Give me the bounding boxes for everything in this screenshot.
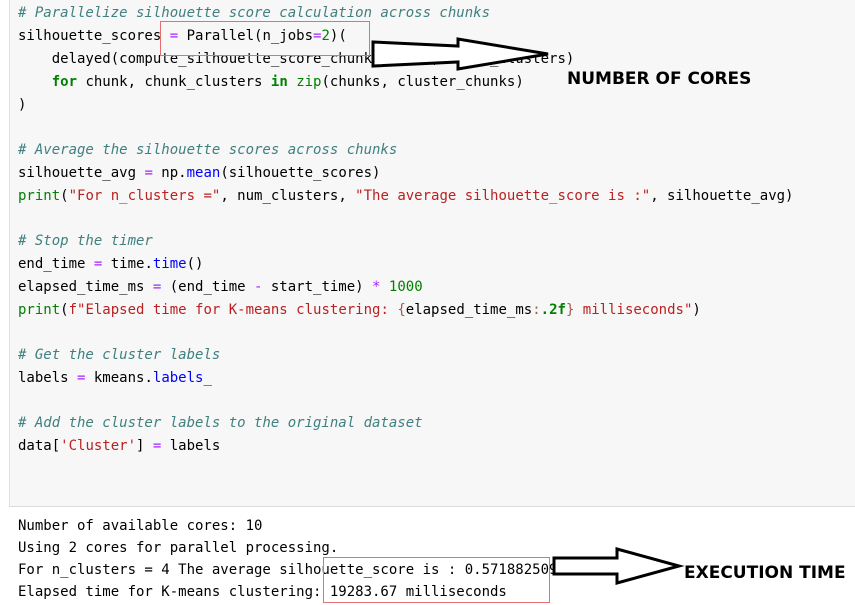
code-line-5: ) bbox=[18, 97, 27, 113]
code-line-16: # Get the cluster labels bbox=[18, 346, 220, 364]
keyword-in: in bbox=[270, 74, 288, 90]
number-of-cores-annotation: NUMBER OF CORES bbox=[567, 69, 752, 89]
comment: # Average the silhouette scores across c… bbox=[18, 142, 398, 158]
number-literal: 1000 bbox=[388, 279, 423, 295]
elapsed-time-highlight-box bbox=[323, 557, 550, 603]
code-line-1: # Parallelize silhouette score calculati… bbox=[18, 4, 490, 22]
comment: # Parallelize silhouette score calculati… bbox=[18, 5, 491, 21]
code-line-7: # Average the silhouette scores across c… bbox=[18, 141, 397, 159]
code-line-14: print(f"Elapsed time for K-means cluster… bbox=[18, 302, 701, 318]
code-line-20: data['Cluster'] = labels bbox=[18, 438, 221, 454]
code-line-9: print("For n_clusters =", num_clusters, … bbox=[18, 188, 794, 204]
output-line-parallel: Using 2 cores for parallel processing. bbox=[18, 540, 339, 556]
comment: # Stop the timer bbox=[18, 233, 153, 249]
code-line-19: # Add the cluster labels to the original… bbox=[18, 414, 423, 432]
n-jobs-highlight-box bbox=[160, 21, 370, 56]
arrow-right-icon bbox=[371, 37, 549, 71]
comment: # Get the cluster labels bbox=[18, 347, 221, 363]
execution-time-annotation: EXECUTION TIME bbox=[684, 563, 846, 583]
code-line-17: labels = kmeans.labels_ bbox=[18, 370, 212, 386]
fstring-literal: f"Elapsed time for K-means clustering: bbox=[68, 302, 398, 318]
keyword-for: for bbox=[51, 74, 78, 90]
code-line-12: end_time = time.time() bbox=[18, 256, 204, 272]
comment: # Add the cluster labels to the original… bbox=[18, 415, 423, 431]
arrow-right-icon bbox=[552, 547, 685, 585]
string-literal: "The average silhouette_score is :" bbox=[355, 188, 651, 204]
code-line-13: elapsed_time_ms = (end_time - start_time… bbox=[18, 279, 423, 295]
variable: silhouette_scores bbox=[18, 28, 162, 44]
builtin-zip: zip bbox=[296, 74, 322, 90]
string-literal: "For n_clusters =" bbox=[68, 188, 221, 204]
output-line-cores: Number of available cores: 10 bbox=[18, 518, 263, 534]
builtin-print: print bbox=[18, 188, 61, 204]
builtin-print: print bbox=[18, 302, 61, 318]
code-line-11: # Stop the timer bbox=[18, 232, 153, 250]
string-literal: 'Cluster' bbox=[60, 438, 137, 454]
code-line-8: silhouette_avg = np.mean(silhouette_scor… bbox=[18, 165, 381, 181]
